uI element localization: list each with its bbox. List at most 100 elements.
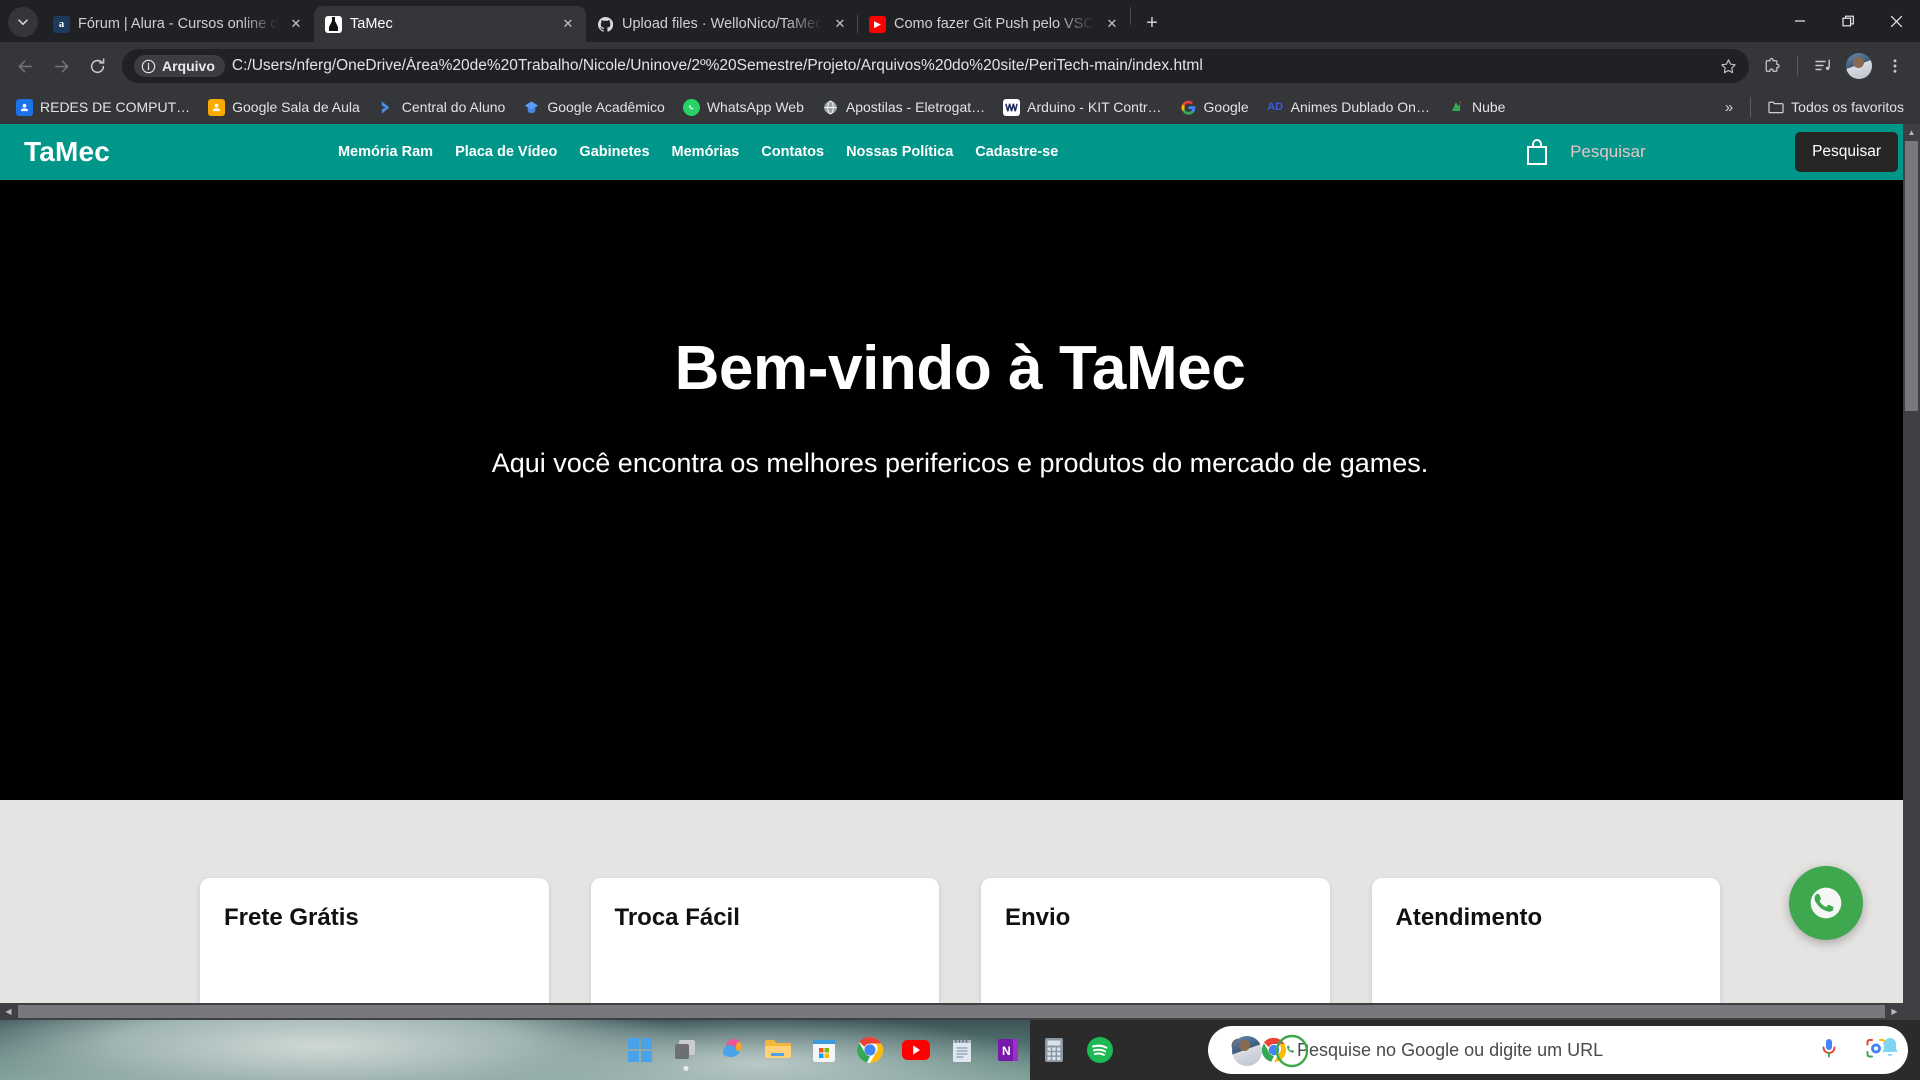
microphone-icon[interactable] xyxy=(1818,1036,1840,1065)
tab-close-icon[interactable]: ✕ xyxy=(1102,14,1122,34)
whatsapp-overlay-icon[interactable] xyxy=(1275,1034,1309,1073)
bookmark-item[interactable]: Apostilas - Eletrogat… xyxy=(814,95,993,120)
bookmark-item[interactable]: Google xyxy=(1172,95,1257,120)
browser-tab[interactable]: a Fórum | Alura - Cursos online d ✕ xyxy=(42,6,314,42)
site-info-chip[interactable]: Arquivo xyxy=(134,55,225,77)
back-button[interactable] xyxy=(8,49,42,83)
bell-icon[interactable] xyxy=(1878,1035,1902,1066)
bookmark-star-icon[interactable] xyxy=(1713,51,1743,81)
nav-link-cadastre-se[interactable]: Cadastre-se xyxy=(975,144,1058,160)
extensions-button[interactable] xyxy=(1755,49,1789,83)
forward-button[interactable] xyxy=(44,49,78,83)
scholar-icon xyxy=(523,99,540,116)
nav-link-gabinetes[interactable]: Gabinetes xyxy=(579,144,649,160)
file-explorer-button[interactable] xyxy=(755,1027,801,1073)
spotify-button[interactable] xyxy=(1077,1027,1123,1073)
onenote-button[interactable]: N xyxy=(985,1027,1031,1073)
profile-avatar-overlay[interactable] xyxy=(1232,1036,1262,1066)
chrome-menu-button[interactable] xyxy=(1878,49,1912,83)
bookmark-label: Arduino - KIT Contr… xyxy=(1027,99,1162,115)
windows-taskbar: N Pesquise no Google ou digite um URL xyxy=(0,1020,1920,1080)
nav-link-placa-de-video[interactable]: Placa de Vídeo xyxy=(455,144,557,160)
bookmarks-bar: REDES DE COMPUT… Google Sala de Aula Cen… xyxy=(0,90,1920,124)
youtube-icon xyxy=(902,1040,930,1060)
feature-card-title: Troca Fácil xyxy=(614,904,740,931)
bookmark-label: Nube xyxy=(1471,99,1506,115)
search-button[interactable]: Pesquisar xyxy=(1795,132,1898,172)
hero-section: Bem-vindo à TaMec Aqui você encontra os … xyxy=(0,180,1920,800)
tab-close-icon[interactable]: ✕ xyxy=(830,14,850,34)
tab-close-icon[interactable]: ✕ xyxy=(558,14,578,34)
tab-close-icon[interactable]: ✕ xyxy=(286,14,306,34)
tab-divider xyxy=(1130,7,1131,25)
notepad-button[interactable] xyxy=(939,1027,985,1073)
toolbar-actions xyxy=(1751,49,1912,83)
task-view-button[interactable] xyxy=(663,1027,709,1073)
page-viewport: TaMec Memória Ram Placa de Vídeo Gabinet… xyxy=(0,124,1920,1020)
bookmark-item[interactable]: AD Animes Dublado On… xyxy=(1259,95,1438,120)
all-bookmarks-button[interactable]: Todos os favoritos xyxy=(1759,95,1912,120)
reload-button[interactable] xyxy=(80,49,114,83)
shopping-bag-icon[interactable] xyxy=(1514,132,1560,172)
feature-card[interactable]: Atendimento xyxy=(1371,878,1720,1020)
close-button[interactable] xyxy=(1872,0,1920,42)
bookmark-item[interactable]: Nube xyxy=(1440,95,1513,120)
browser-tab[interactable]: ▶ Como fazer Git Push pelo VSCo ✕ xyxy=(857,6,1130,42)
feature-card[interactable]: Envio xyxy=(981,878,1330,1020)
running-indicator xyxy=(683,1066,689,1071)
chrome-taskbar-search-widget[interactable]: Pesquise no Google ou digite um URL xyxy=(1208,1026,1908,1074)
calculator-button[interactable] xyxy=(1031,1027,1077,1073)
scroll-up-button[interactable]: ▲ xyxy=(1903,124,1920,141)
feature-card[interactable]: Frete Grátis xyxy=(200,878,549,1020)
scroll-left-button[interactable]: ◀ xyxy=(0,1003,17,1020)
windows-logo-icon xyxy=(628,1038,652,1062)
onenote-icon: N xyxy=(998,1039,1018,1061)
bookmark-item[interactable]: Central do Aluno xyxy=(370,95,514,120)
chrome-button[interactable] xyxy=(847,1027,893,1073)
contact-card-icon xyxy=(16,98,33,116)
bookmark-label: Google xyxy=(1203,99,1249,115)
start-button[interactable] xyxy=(617,1027,663,1073)
media-control-button[interactable] xyxy=(1806,49,1840,83)
microsoft-store-button[interactable] xyxy=(801,1027,847,1073)
address-bar[interactable]: Arquivo C:/Users/nferg/OneDrive/Área%20d… xyxy=(122,49,1749,83)
bookmark-item[interactable]: Arduino - KIT Contr… xyxy=(995,95,1169,120)
close-icon xyxy=(1890,15,1902,27)
vertical-scrollbar[interactable]: ▲ xyxy=(1903,124,1920,1003)
horizontal-scroll-thumb[interactable] xyxy=(18,1005,1885,1018)
notepad-icon xyxy=(953,1037,971,1062)
browser-tab-active[interactable]: TaMec ✕ xyxy=(314,6,586,42)
bookmark-item[interactable]: WhatsApp Web xyxy=(675,95,812,120)
bookmark-item[interactable]: Google Acadêmico xyxy=(515,95,673,120)
three-dot-menu-icon xyxy=(1893,59,1897,73)
horizontal-scrollbar[interactable]: ◀ ▶ xyxy=(0,1003,1903,1020)
vertical-scroll-thumb[interactable] xyxy=(1905,141,1918,411)
nav-link-memoria-ram[interactable]: Memória Ram xyxy=(338,144,433,160)
profile-button[interactable] xyxy=(1842,49,1876,83)
tab-title: Upload files · WelloNico/TaMec xyxy=(622,16,822,32)
youtube-button[interactable] xyxy=(893,1027,939,1073)
minimize-button[interactable] xyxy=(1776,0,1824,42)
bookmark-item[interactable]: REDES DE COMPUT… xyxy=(8,95,198,120)
store-icon xyxy=(813,1040,835,1062)
nube-icon xyxy=(1448,99,1465,116)
bookmarks-overflow-button[interactable]: » xyxy=(1716,95,1742,120)
bookmark-item[interactable]: Google Sala de Aula xyxy=(200,95,368,120)
restore-button[interactable] xyxy=(1824,0,1872,42)
site-logo[interactable]: TaMec xyxy=(24,136,110,168)
arrow-left-icon xyxy=(18,60,32,72)
restore-icon xyxy=(1841,15,1854,26)
tab-title: Fórum | Alura - Cursos online d xyxy=(78,16,278,32)
copilot-button[interactable] xyxy=(709,1027,755,1073)
whatsapp-fab[interactable] xyxy=(1789,866,1863,940)
scroll-right-button[interactable]: ▶ xyxy=(1886,1003,1903,1020)
new-tab-button[interactable]: + xyxy=(1137,8,1167,38)
nav-link-memorias[interactable]: Memórias xyxy=(672,144,740,160)
minimize-icon xyxy=(1795,20,1805,22)
tab-search-button[interactable] xyxy=(8,7,38,37)
feature-card[interactable]: Troca Fácil xyxy=(590,878,939,1020)
search-input[interactable] xyxy=(1560,132,1776,172)
browser-tab[interactable]: Upload files · WelloNico/TaMec ✕ xyxy=(586,6,858,42)
nav-link-nossas-politica[interactable]: Nossas Política xyxy=(846,144,953,160)
nav-link-contatos[interactable]: Contatos xyxy=(761,144,824,160)
